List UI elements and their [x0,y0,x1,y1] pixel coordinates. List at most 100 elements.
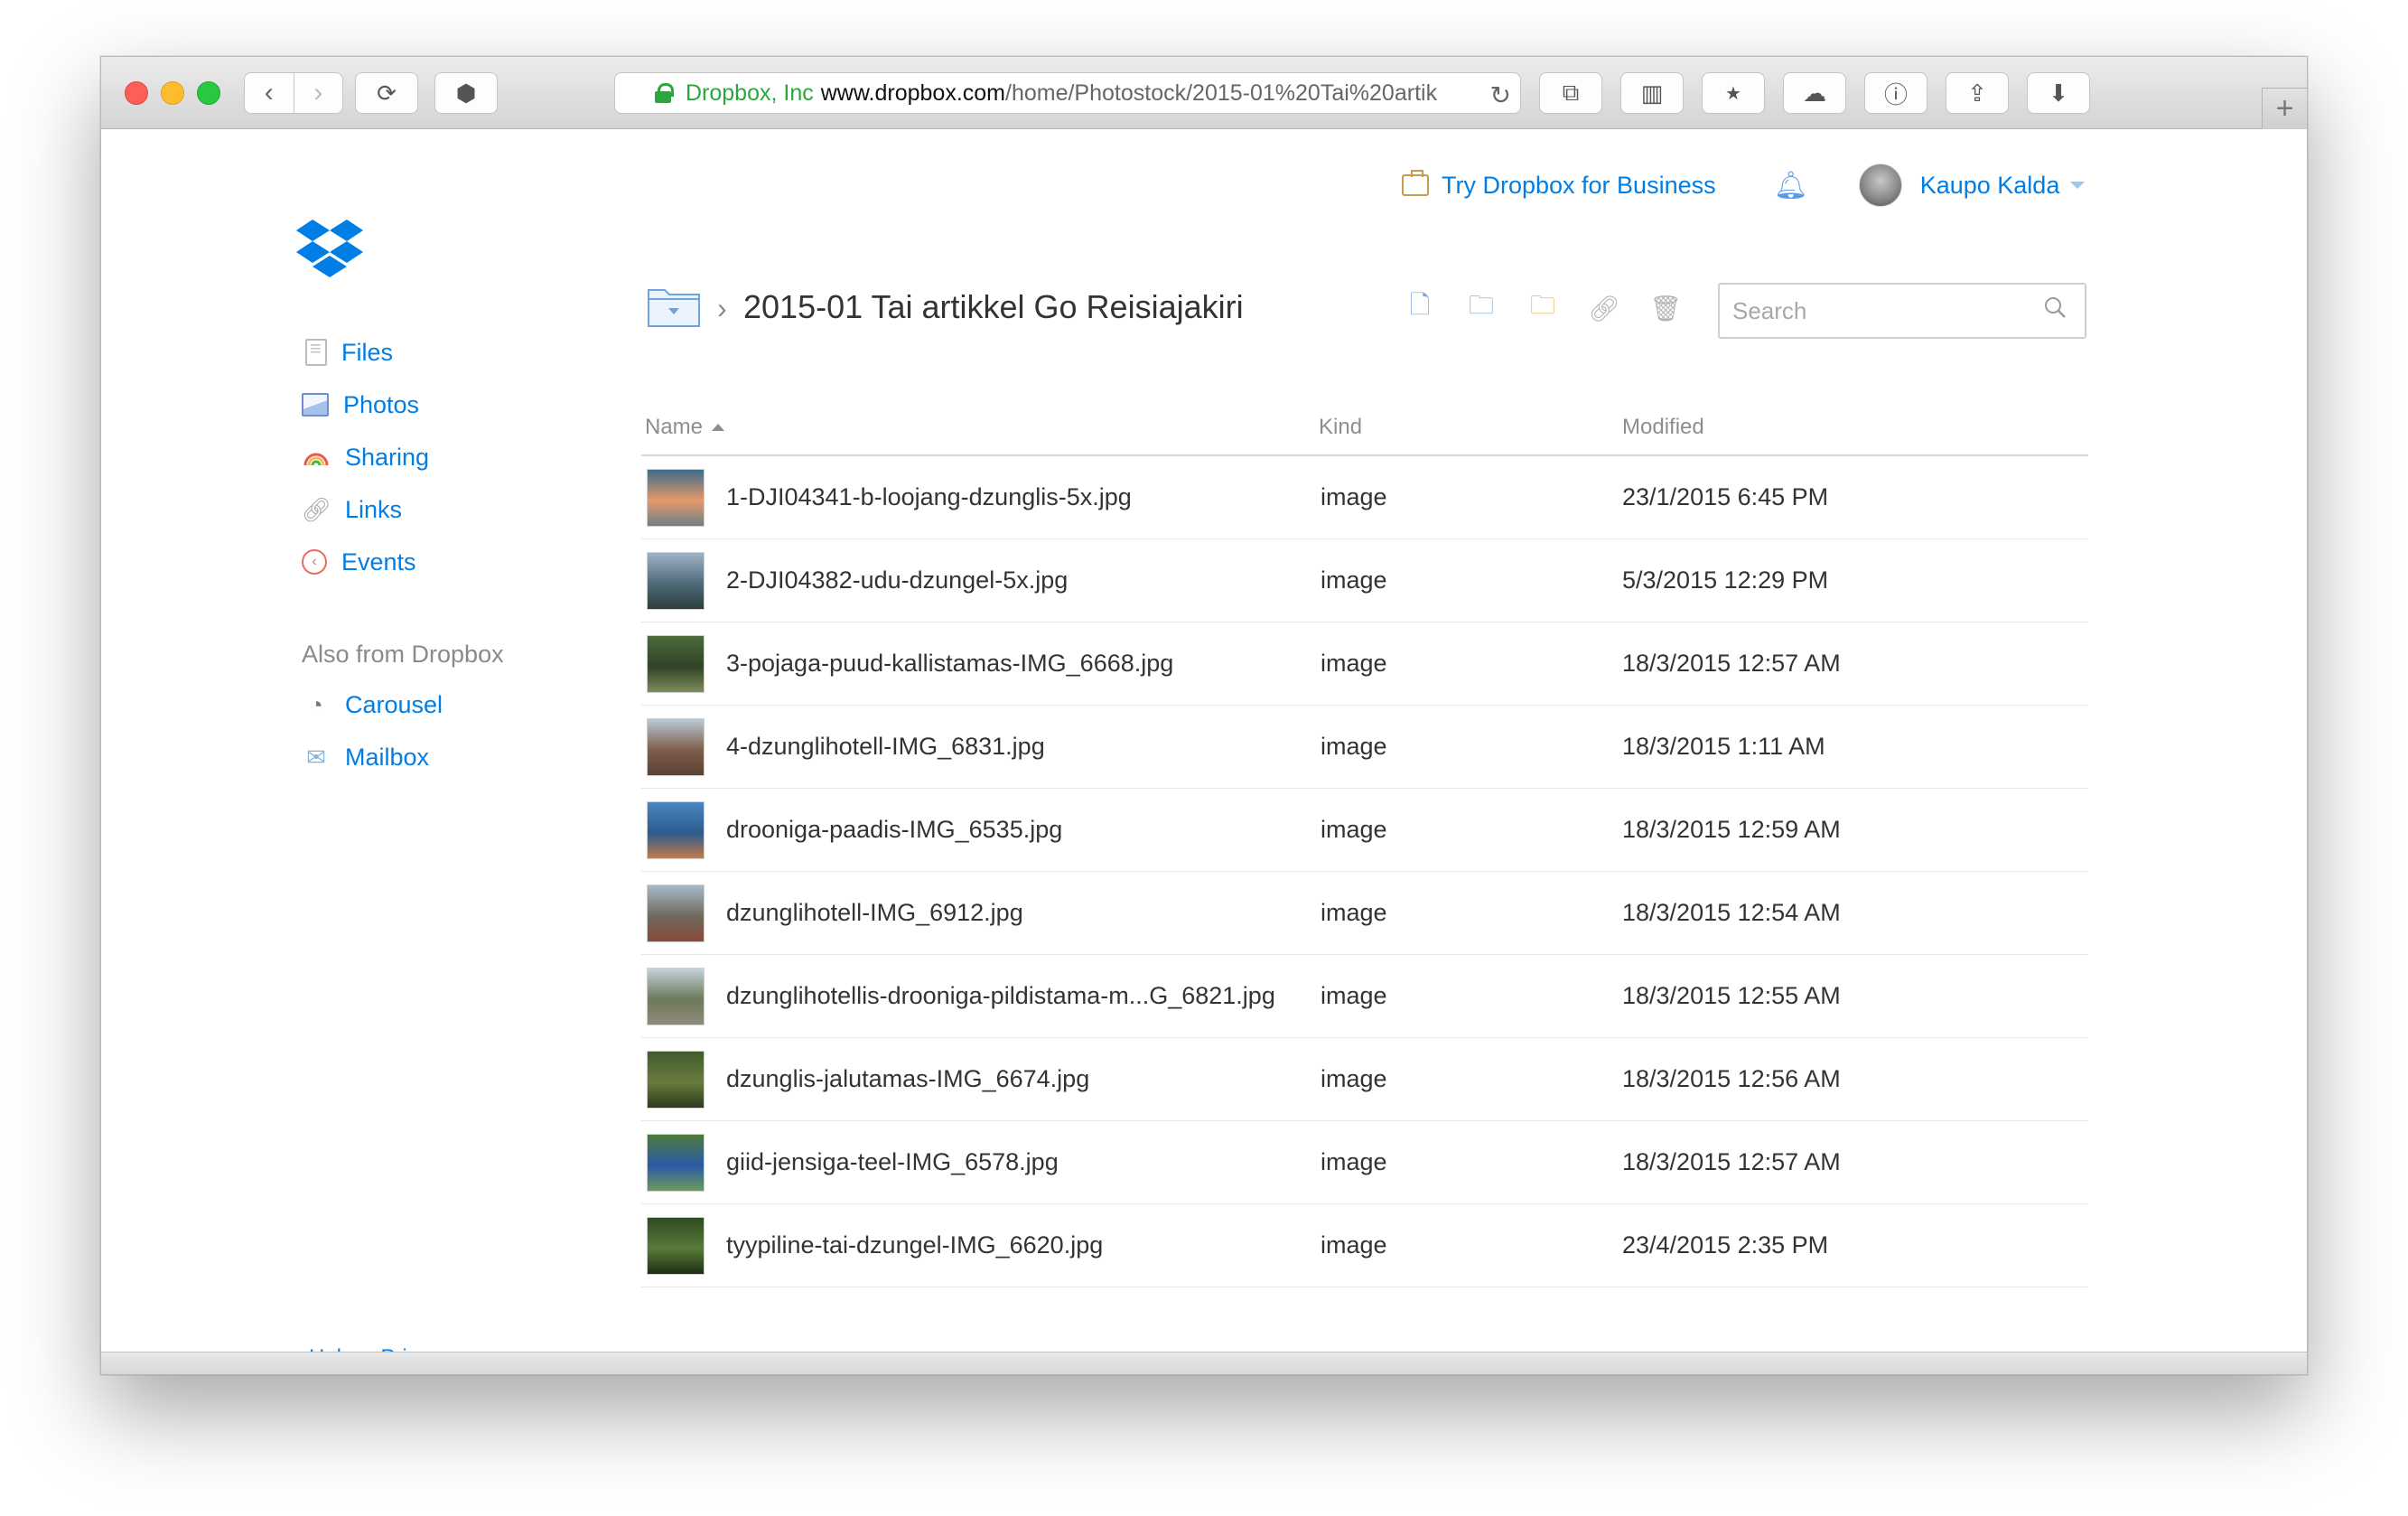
sidebar-item-links[interactable]: 🔗︎ Links [302,483,573,536]
sidebar-item-events[interactable]: ‹ Events [302,536,573,588]
table-row[interactable]: dzunglis-jalutamas-IMG_6674.jpg image 18/3… [641,1038,2088,1121]
sidebar-item-files[interactable]: Files [302,326,573,379]
notifications-bell-icon[interactable]: 🔔︎ [1774,170,1808,201]
file-name[interactable]: 3-pojaga-puud-kallistamas-IMG_6668.jpg [726,650,1173,678]
sidebar-item-mailbox[interactable]: ✉ Mailbox [302,731,573,783]
browser-window: ‹ › ⟳ ⬢ Dropbox, Inc www.dropbox.com /ho… [100,56,2308,1375]
search-icon[interactable] [2043,295,2067,319]
user-menu[interactable]: Kaupo Kalda [1920,172,2060,200]
carousel-icon: ◔ [309,690,323,718]
reload-icon[interactable]: ↻ [1482,80,1511,110]
file-name[interactable]: dzunglihotell-IMG_6912.jpg [726,899,1023,927]
file-name[interactable]: 1-DJI04341-b-loojang-dzunglis-5x.jpg [726,483,1132,511]
file-name-cell: drooniga-paadis-IMG_6535.jpg [641,800,1319,859]
share-icon[interactable]: ⇪ [1946,72,2009,114]
table-row[interactable]: 1-DJI04341-b-loojang-dzunglis-5x.jpg imag… [641,456,2088,539]
window-bottom-bar [101,1352,2307,1374]
link-icon[interactable]: 🔗︎ [1586,290,1622,326]
trash-icon[interactable]: 🗑 [1647,290,1684,326]
sidebar-item-label: Sharing [345,443,430,471]
image-thumbnail [647,967,705,1025]
upload-file-icon[interactable]: 🗋 [1402,290,1438,326]
sidebar-item-sharing[interactable]: Sharing [302,431,573,483]
table-header: Name Kind Modified [641,400,2088,456]
window-minimize-button[interactable] [161,81,184,105]
mailbox-icon: ✉ [306,743,326,771]
file-name[interactable]: 2-DJI04382-udu-dzungel-5x.jpg [726,566,1068,594]
rainbow-icon [302,443,331,472]
forward-icon[interactable]: › [293,73,343,113]
file-kind: image [1321,816,1387,843]
window-close-button[interactable] [125,81,148,105]
file-name[interactable]: dzunglis-jalutamas-IMG_6674.jpg [726,1065,1089,1093]
try-business-link[interactable]: Try Dropbox for Business [1402,170,1716,200]
file-modified: 18/3/2015 12:57 AM [1622,650,1841,677]
address-path: /home/Photostock/2015-01%20Tai%20artik [1005,80,1438,106]
avatar[interactable] [1858,164,1902,207]
image-thumbnail [647,800,705,859]
file-name[interactable]: 4-dzunglihotell-IMG_6831.jpg [726,733,1045,761]
link-icon: 🔗︎ [301,495,331,523]
browser-toolbar: ‹ › ⟳ ⬢ Dropbox, Inc www.dropbox.com /ho… [101,57,2307,129]
column-header-modified[interactable]: Modified [1622,415,2088,440]
shared-folder-icon[interactable]: 🗀 [1525,290,1561,326]
file-name-cell: 3-pojaga-puud-kallistamas-IMG_6668.jpg [641,634,1319,693]
cloud-icon[interactable]: ☁ [1783,72,1846,114]
sidebar-item-photos[interactable]: Photos [302,379,573,431]
sidebar: Files Photos Sharing 🔗︎ Links [302,326,573,783]
file-name-cell: 1-DJI04341-b-loojang-dzunglis-5x.jpg [641,468,1319,527]
table-row[interactable]: drooniga-paadis-IMG_6535.jpg image 18/3/20… [641,789,2088,872]
file-modified: 23/1/2015 6:45 PM [1622,483,1829,510]
chevron-down-icon[interactable] [2070,182,2086,189]
sidebar-item-carousel[interactable]: ◔ Carousel [302,678,573,731]
breadcrumb-separator-icon: › [717,292,727,324]
table-row[interactable]: tyypiline-tai-dzungel-IMG_6620.jpg image 2… [641,1204,2088,1287]
download-icon[interactable]: ⬇ [2027,72,2090,114]
table-row[interactable]: giid-jensiga-teel-IMG_6578.jpg image 18/3/… [641,1121,2088,1204]
table-row[interactable]: dzunglihotell-IMG_6912.jpg image 18/3/2015… [641,872,2088,955]
column-header-kind[interactable]: Kind [1319,415,1622,440]
file-name[interactable]: giid-jensiga-teel-IMG_6578.jpg [726,1148,1059,1176]
new-tab-button[interactable]: + [2262,88,2307,129]
image-thumbnail [647,468,705,527]
also-from-dropbox-heading: Also from Dropbox [302,640,504,668]
table-row[interactable]: 2-DJI04382-udu-dzungel-5x.jpg image 5/3/20… [641,539,2088,622]
new-folder-icon[interactable]: 🗀 [1463,290,1499,326]
tabs-icon[interactable]: ⧉ [1539,72,1602,114]
bookmark-icon[interactable]: ★ [1702,72,1765,114]
image-thumbnail [647,1216,705,1275]
address-bar[interactable]: Dropbox, Inc www.dropbox.com /home/Photo… [614,72,1521,114]
file-modified: 23/4/2015 2:35 PM [1622,1231,1829,1259]
sidebar-item-label: Files [341,338,394,366]
dropbox-logo-icon[interactable] [296,220,363,279]
table-row[interactable]: 3-pojaga-puud-kallistamas-IMG_6668.jpg im… [641,622,2088,706]
file-name-cell: giid-jensiga-teel-IMG_6578.jpg [641,1133,1319,1192]
file-name-cell: tyypiline-tai-dzungel-IMG_6620.jpg [641,1216,1319,1275]
history-nav: ‹ › [244,72,343,114]
lock-icon [655,83,674,103]
column-header-name[interactable]: Name [641,415,1319,440]
search-box [1718,283,2086,339]
dropbox-page: Try Dropbox for Business 🔔︎ Kaupo Kalda … [101,129,2307,1370]
back-icon[interactable]: ‹ [245,73,294,113]
table-row[interactable]: dzunglihotellis-drooniga-pildistama-m...… [641,955,2088,1038]
info-icon[interactable]: ⓘ [1864,72,1927,114]
file-name[interactable]: drooniga-paadis-IMG_6535.jpg [726,816,1062,844]
table-row[interactable]: 4-dzunglihotell-IMG_6831.jpg image 18/3/20… [641,706,2088,789]
file-kind: image [1321,899,1387,926]
folder-icon[interactable] [647,285,701,328]
photo-icon [302,393,329,416]
search-input[interactable] [1720,285,2085,337]
file-actions-toolbar: 🗋 🗀 🗀 🔗︎ 🗑 [1402,290,1709,326]
privacy-shield-icon[interactable]: ⬢ [434,72,498,114]
sidebar-toggle-icon[interactable]: ▥ [1620,72,1684,114]
image-thumbnail [647,1133,705,1192]
sidebar-item-label: Events [341,547,416,576]
file-icon [305,337,327,366]
file-name-cell: dzunglihotellis-drooniga-pildistama-m...… [641,967,1319,1025]
window-zoom-button[interactable] [197,81,220,105]
file-name[interactable]: dzunglihotellis-drooniga-pildistama-m...… [726,982,1275,1010]
file-name[interactable]: tyypiline-tai-dzungel-IMG_6620.jpg [726,1231,1103,1259]
refresh-icon[interactable]: ⟳ [355,72,418,114]
file-kind: image [1321,650,1387,677]
